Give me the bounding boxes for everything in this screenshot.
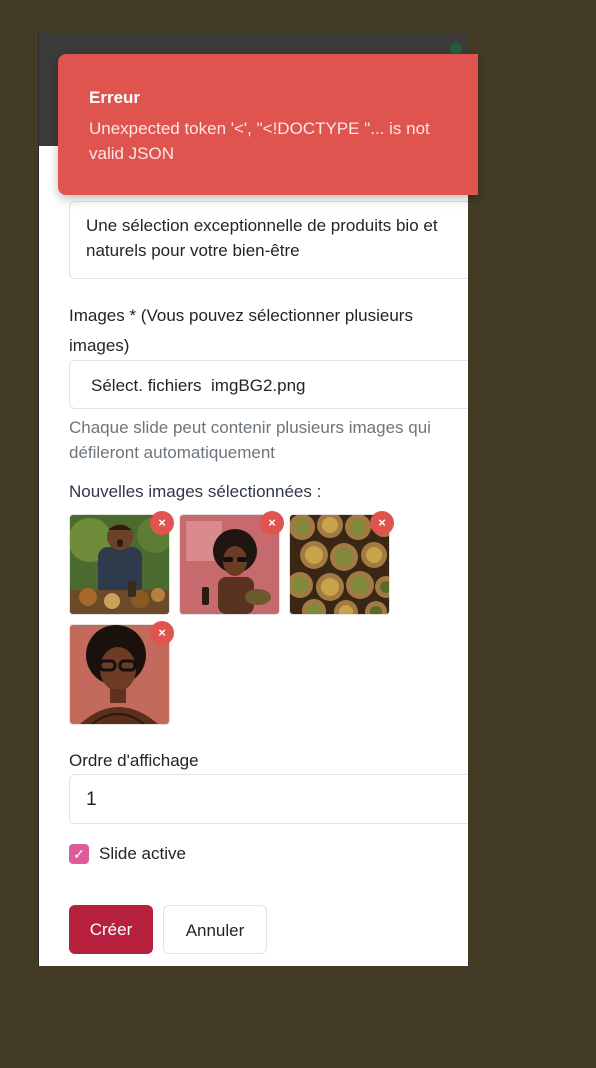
toast-title: Erreur: [89, 88, 141, 107]
images-label: Images * (Vous pouvez sélectionner plusi…: [69, 306, 413, 355]
new-images-label: Nouvelles images sélectionnées :: [69, 482, 322, 501]
remove-image-button[interactable]: ×: [150, 621, 174, 645]
remove-image-button[interactable]: ×: [150, 511, 174, 535]
file-select-button[interactable]: Sélect. fichiers: [91, 376, 202, 395]
slide-active-checkbox[interactable]: ✓: [69, 844, 89, 864]
toast-message: Unexpected token '<', "<!DOCTYPE "... is…: [89, 119, 430, 163]
slide-active-label: Slide active: [99, 844, 186, 863]
cancel-button[interactable]: Annuler: [163, 905, 267, 954]
remove-image-button[interactable]: ×: [260, 511, 284, 535]
file-input[interactable]: Sélect. fichiers imgBG2.png: [69, 360, 468, 409]
error-toast: Erreur Unexpected token '<', "<!DOCTYPE …: [58, 54, 478, 195]
order-input[interactable]: 1: [69, 774, 468, 824]
description-textarea[interactable]: Une sélection exceptionnelle de produits…: [69, 201, 468, 279]
order-label: Ordre d'affichage: [69, 751, 199, 770]
remove-image-button[interactable]: ×: [370, 511, 394, 535]
create-button[interactable]: Créer: [69, 905, 153, 954]
images-help-text: Chaque slide peut contenir plusieurs ima…: [69, 418, 431, 462]
file-name: imgBG2.png: [211, 376, 306, 395]
